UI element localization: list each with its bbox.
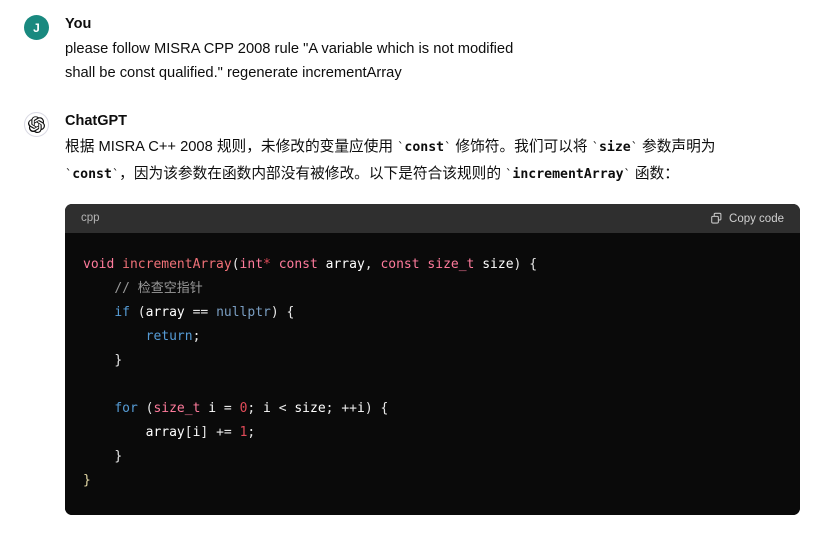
code-line: for (size_t i = 0; i < size; ++i) { — [114, 401, 389, 416]
para-segment-5: 函数： — [630, 166, 679, 182]
chat-conversation: J You please follow MISRA CPP 2008 rule … — [0, 0, 819, 554]
code-line: } — [83, 473, 91, 488]
avatar: J — [24, 15, 49, 40]
avatar-initial: J — [33, 20, 40, 35]
inline-code-const-1: const — [404, 140, 445, 155]
code-block-body[interactable]: void incrementArray(int* const array, co… — [65, 233, 800, 515]
backtick: ` — [623, 167, 631, 181]
code-block-header: cpp Copy code — [65, 204, 800, 233]
code-block: cpp Copy code void incrementArray(int* c… — [65, 204, 800, 515]
para-segment-2: 修饰符。我们可以将 — [451, 139, 592, 155]
message-author-name: You — [65, 16, 92, 32]
inline-code-size: size — [598, 140, 631, 155]
code-line: // 检查空指针 — [114, 281, 203, 296]
copy-icon — [710, 212, 723, 225]
user-message: J You please follow MISRA CPP 2008 rule … — [0, 0, 819, 85]
para-segment-1: 根据 MISRA C++ 2008 规则，未修改的变量应使用 — [65, 139, 398, 155]
code-line: } — [114, 353, 123, 368]
assistant-message: ChatGPT 根据 MISRA C++ 2008 规则，未修改的变量应使用 `… — [0, 85, 819, 515]
code-line: return; — [145, 329, 201, 344]
para-segment-4: ，因为该参数在函数内部没有被修改。以下是符合该规则的 — [119, 166, 506, 182]
code-line: } — [114, 449, 123, 464]
user-avatar-column: J — [24, 14, 54, 40]
copy-code-button[interactable]: Copy code — [710, 212, 784, 225]
code-line: array[i] += 1; — [145, 425, 256, 440]
code-line: if (array == nullptr) { — [114, 305, 295, 320]
openai-logo-icon — [24, 112, 49, 137]
assistant-message-body: ChatGPT 根据 MISRA C++ 2008 规则，未修改的变量应使用 `… — [54, 111, 800, 515]
copy-code-label: Copy code — [729, 212, 784, 225]
inline-code-const-2: const — [72, 167, 112, 182]
backtick: ` — [591, 140, 599, 154]
para-segment-3: 参数声明为 — [637, 139, 716, 155]
code-language-label: cpp — [81, 212, 100, 224]
assistant-paragraph: 根据 MISRA C++ 2008 规则，未修改的变量应使用 ` const ` 修… — [65, 134, 787, 188]
message-author-name: ChatGPT — [65, 113, 128, 129]
user-message-body: You please follow MISRA CPP 2008 rule "A… — [54, 14, 795, 85]
assistant-avatar-column — [24, 111, 54, 137]
inline-code-increment-array: incrementArray — [512, 167, 624, 182]
code-line: void incrementArray(int* const array, co… — [83, 257, 538, 272]
backtick: ` — [630, 140, 638, 154]
user-message-text: please follow MISRA CPP 2008 rule "A var… — [65, 41, 514, 81]
